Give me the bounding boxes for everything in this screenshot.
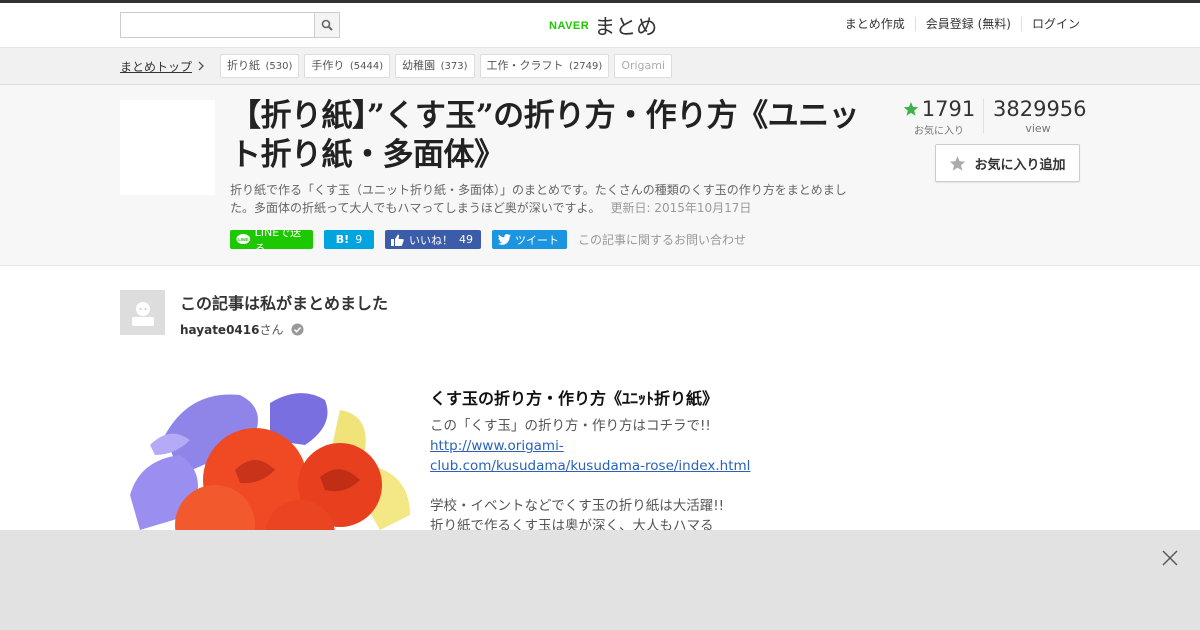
stats-divider xyxy=(983,99,984,133)
share-bar: LINE LINEで送る B! 9 いいね！ 49 ツイート この記事に関するお… xyxy=(230,226,746,255)
inquiry-link[interactable]: この記事に関するお問い合わせ xyxy=(578,231,746,248)
search-icon xyxy=(321,19,333,31)
page-title: 【折り紙】”くす玉”の折り方・作り方《ユニット折り紙・多面体》 xyxy=(230,98,860,173)
tag-kindergarten[interactable]: 幼稚園 (373) xyxy=(395,54,475,78)
tweet-button[interactable]: ツイート xyxy=(492,230,567,249)
origami-club-link[interactable]: http://www.origami-club.com/kusudama/kus… xyxy=(430,436,770,476)
tag-craft[interactable]: 工作・クラフト (2749) xyxy=(479,54,610,78)
naver-logo-text: NAVER xyxy=(549,20,590,32)
view-label: view xyxy=(1025,122,1051,135)
updated-date: 更新日: 2015年10月17日 xyxy=(610,201,752,215)
tag-origami-jp[interactable]: 折り紙 (530) xyxy=(220,54,300,78)
item-text-1: 学校・イベントなどでくす玉の折り紙は大活躍!! xyxy=(430,498,725,514)
favorites-label: お気に入り xyxy=(914,126,964,137)
avatar[interactable] xyxy=(120,290,165,335)
hatena-bookmark-button[interactable]: B! 9 xyxy=(324,230,374,249)
tag-handmade[interactable]: 手作り (5444) xyxy=(304,54,391,78)
favorites-counter: 1791 お気に入り xyxy=(899,97,979,137)
description-text: 折り紙で作る「くす玉（ユニット折り紙・多面体）」のまとめです。たくさんの種類のく… xyxy=(230,183,847,215)
article-description: 折り紙で作る「くす玉（ユニット折り紙・多面体）」のまとめです。たくさんの種類のく… xyxy=(230,181,850,217)
close-icon[interactable] xyxy=(1160,548,1180,568)
header-nav: まとめ作成 会員登録 (無料) ログイン xyxy=(835,17,1080,31)
line-share-button[interactable]: LINE LINEで送る xyxy=(230,226,313,255)
view-counter: 3829956 view xyxy=(993,97,1087,135)
site-header: NAVER まとめ まとめ作成 会員登録 (無料) ログイン xyxy=(0,3,1200,48)
author-heading: この記事は私がまとめました xyxy=(180,294,389,313)
login-link[interactable]: ログイン xyxy=(1020,17,1080,31)
line-icon: LINE xyxy=(236,234,251,245)
tag-origami-en[interactable]: Origami xyxy=(614,54,673,78)
favorites-count: 1791 xyxy=(921,97,976,121)
chevron-right-icon xyxy=(198,61,204,71)
matome-item: くす玉の折り方・作り方《ﾕﾆｯﾄ折り紙》 この「くす玉」の折り方・作り方はコチラ… xyxy=(430,385,770,536)
ad-overlay-banner xyxy=(0,530,1200,630)
breadcrumb: まとめトップ 折り紙 (530) 手作り (5444) 幼稚園 (373) 工作… xyxy=(0,48,1200,85)
thumbs-up-icon xyxy=(391,234,404,246)
article-header: 【折り紙】”くす玉”の折り方・作り方《ユニット折り紙・多面体》 折り紙で作る「く… xyxy=(0,85,1200,266)
article-thumbnail xyxy=(120,100,215,195)
tag-list: 折り紙 (530) 手作り (5444) 幼稚園 (373) 工作・クラフト (… xyxy=(220,54,677,78)
svg-text:LINE: LINE xyxy=(238,237,248,242)
item-intro-text: この「くす玉」の折り方・作り方はコチラで!! xyxy=(430,418,711,434)
verified-check-icon xyxy=(291,323,305,336)
breadcrumb-top-link[interactable]: まとめトップ xyxy=(120,58,192,75)
matome-logo-text: まとめ xyxy=(594,15,658,39)
search-button[interactable] xyxy=(314,13,339,37)
site-logo[interactable]: NAVER まとめ xyxy=(549,11,657,41)
author-username: hayate0416 xyxy=(180,322,260,337)
search-input[interactable] xyxy=(121,13,315,37)
search-box xyxy=(120,12,340,38)
facebook-like-button[interactable]: いいね！ 49 xyxy=(385,230,481,249)
hatena-icon: B! xyxy=(335,233,350,246)
add-favorite-button[interactable]: お気に入り追加 xyxy=(935,144,1080,182)
kusudama-photo xyxy=(120,385,415,530)
register-link[interactable]: 会員登録 (無料) xyxy=(914,17,1021,31)
facebook-count: 49 xyxy=(459,233,473,246)
item-body: この「くす玉」の折り方・作り方はコチラで!! http://www.origam… xyxy=(430,416,770,536)
default-avatar-icon xyxy=(131,301,154,326)
twitter-bird-icon xyxy=(498,234,511,245)
author-name[interactable]: hayate0416 さん xyxy=(180,321,305,338)
view-count: 3829956 xyxy=(993,97,1087,121)
hatena-count: 9 xyxy=(355,233,363,246)
star-icon xyxy=(903,102,919,116)
author-suffix: さん xyxy=(259,323,284,337)
item-heading: くす玉の折り方・作り方《ﾕﾆｯﾄ折り紙》 xyxy=(430,389,719,408)
star-outline-icon xyxy=(950,155,966,171)
create-matome-link[interactable]: まとめ作成 xyxy=(835,17,915,31)
